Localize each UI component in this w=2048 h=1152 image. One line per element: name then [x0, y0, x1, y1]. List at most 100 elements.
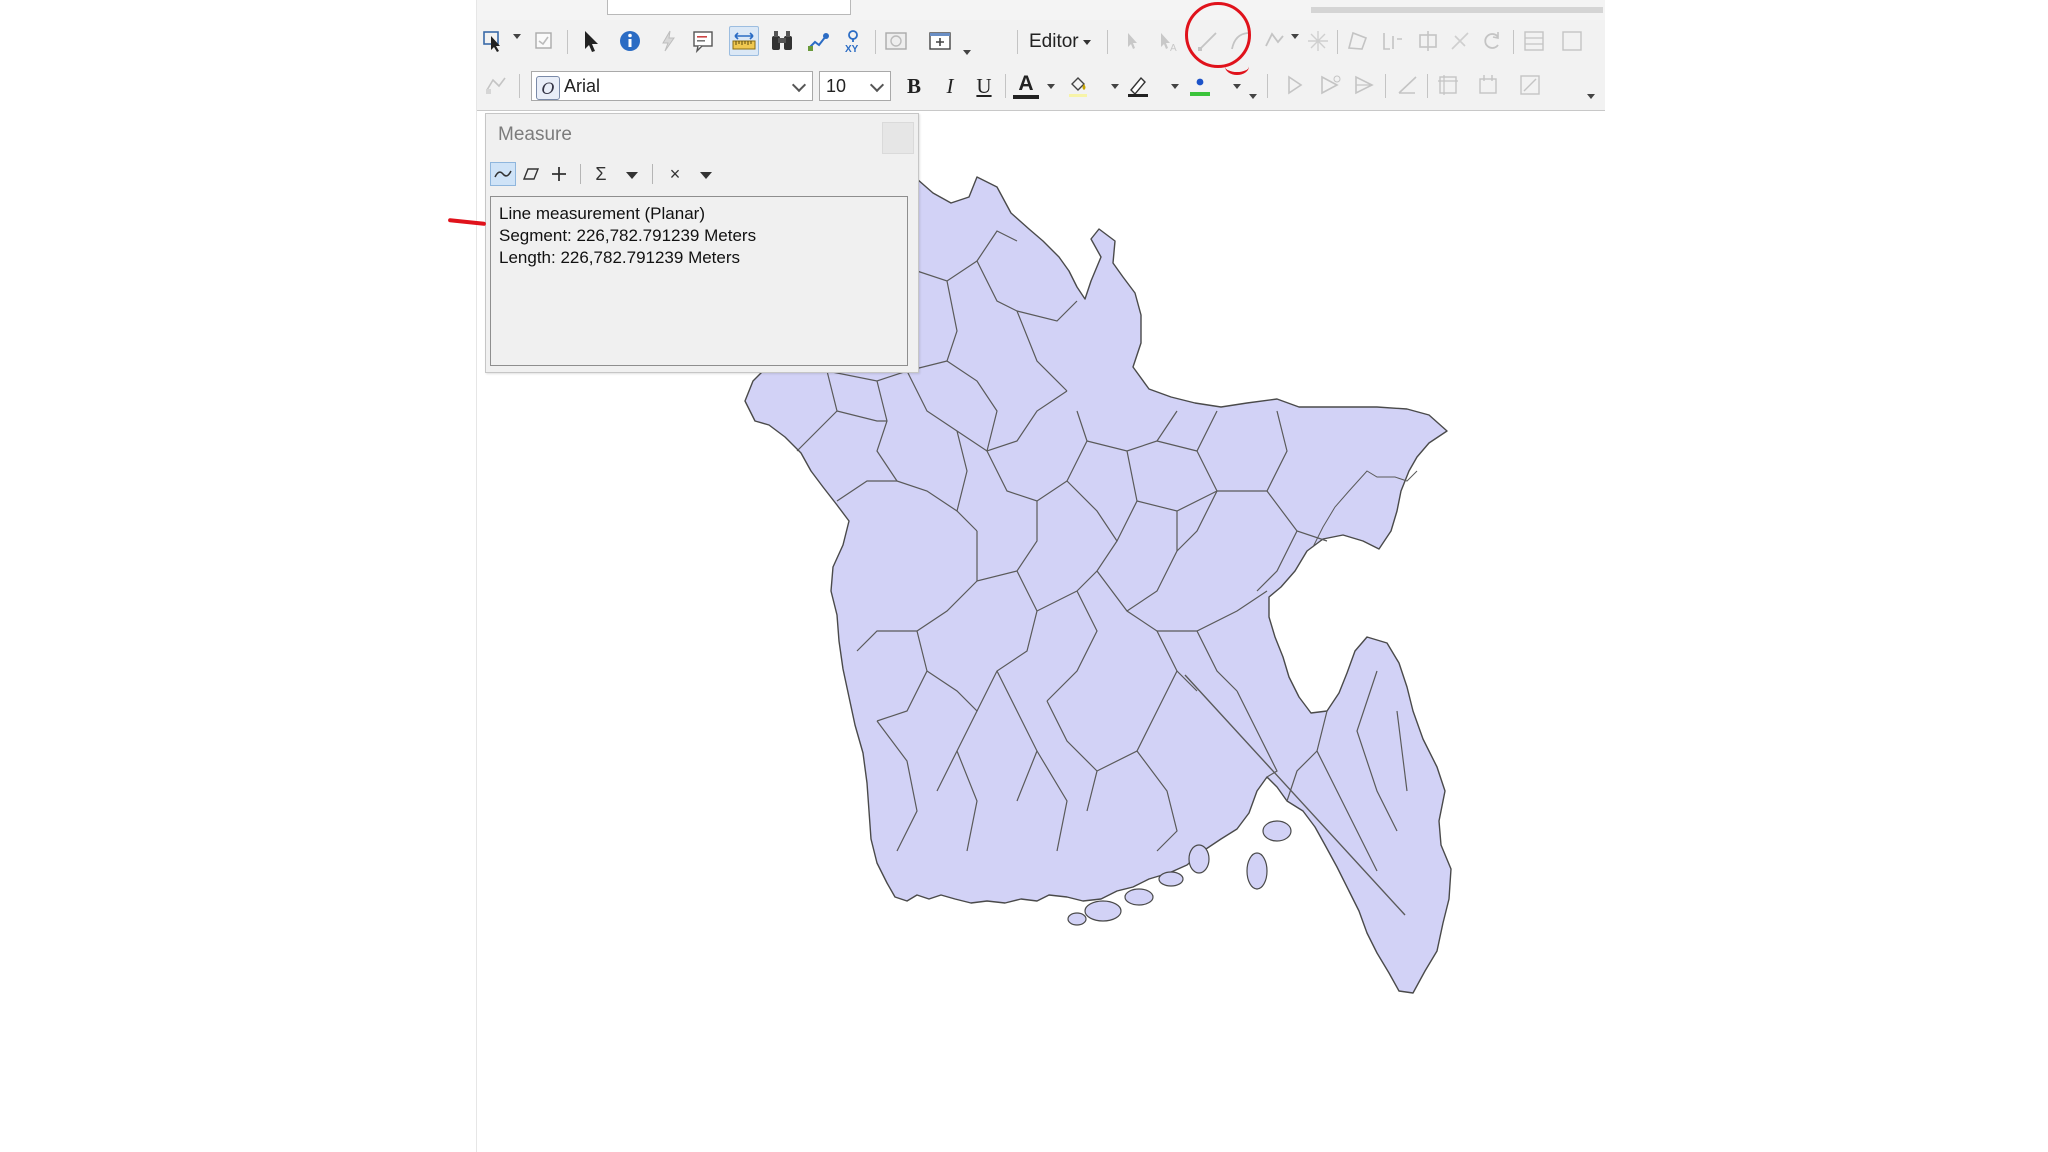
- arc-segment-button[interactable]: [1225, 26, 1255, 56]
- font-color-button[interactable]: A: [1013, 72, 1039, 99]
- line-color-dropdown[interactable]: [1171, 84, 1179, 89]
- italic-button[interactable]: I: [937, 73, 963, 99]
- binoculars-icon: [772, 31, 792, 50]
- split-line-button[interactable]: [1445, 26, 1475, 56]
- lightning-icon: [662, 30, 675, 52]
- edit-tool-button[interactable]: [1117, 26, 1147, 56]
- paint-bucket-icon: [1069, 77, 1087, 97]
- viewer-window-icon: [929, 32, 951, 50]
- ruler-icon: [732, 32, 756, 50]
- html-popup-button[interactable]: [689, 26, 719, 56]
- editor-menu-label: Editor: [1029, 31, 1079, 52]
- select-features-button[interactable]: [575, 26, 605, 56]
- angle-line-icon: [1398, 76, 1417, 94]
- font-size-combo[interactable]: 10: [819, 71, 891, 101]
- vertices-icon: [1347, 31, 1368, 50]
- marker-color-dropdown[interactable]: [1233, 84, 1241, 89]
- underline-button[interactable]: U: [971, 73, 997, 99]
- sketch-properties-button[interactable]: [1557, 26, 1587, 56]
- go-to-xy-button[interactable]: XY: [839, 26, 869, 56]
- adjust-frame-icon: [1479, 75, 1497, 94]
- split-line-icon: [1451, 32, 1469, 50]
- measure-area-icon: [522, 168, 540, 180]
- rotate-button[interactable]: [1477, 26, 1507, 56]
- annotation-arrow-icon: A: [1161, 33, 1177, 54]
- arcmap-window: XY Editor A O Arial 10 B I U A Measure Σ…: [476, 0, 1605, 1152]
- grid-frame-icon: [1438, 75, 1458, 95]
- measure-line-icon: [494, 170, 512, 178]
- split-tool-button[interactable]: [1303, 26, 1333, 56]
- pen-icon: [1128, 76, 1148, 97]
- toolbar-overflow-dropdown[interactable]: [1587, 94, 1595, 99]
- fill-color-button[interactable]: [1063, 70, 1093, 100]
- arrow-pointer-icon: [585, 31, 598, 52]
- edit-vertices-button[interactable]: [1343, 26, 1373, 56]
- dynamic-segment-button[interactable]: [1349, 70, 1379, 100]
- sketch-properties-icon: [1562, 31, 1582, 51]
- measure-angle-button[interactable]: [1393, 70, 1423, 100]
- toolbar-scroll-strip: [1311, 7, 1603, 13]
- topology-icon: [1520, 75, 1540, 95]
- drawing-select-button[interactable]: [481, 70, 511, 100]
- arc-segment-icon: [1231, 32, 1249, 50]
- toolbar-overflow-dropdown[interactable]: [963, 50, 971, 55]
- create-viewer-window-button[interactable]: [925, 26, 955, 56]
- measure-options-dropdown[interactable]: [700, 172, 712, 179]
- svg-text:XY: XY: [845, 44, 859, 54]
- route-edit-button[interactable]: [1279, 70, 1309, 100]
- attributes-button[interactable]: [1519, 26, 1549, 56]
- editor-menu[interactable]: Editor: [1029, 29, 1091, 55]
- measure-toolbar: Σ ×: [486, 160, 918, 188]
- marker-dot-icon: [1190, 78, 1210, 96]
- hatch-icon: [1321, 75, 1341, 95]
- font-name-value: Arial: [564, 75, 601, 96]
- measure-feature-button[interactable]: [546, 162, 572, 186]
- measure-window-title: Measure: [498, 124, 572, 145]
- toolbar-overflow-dropdown[interactable]: [1249, 94, 1257, 99]
- measure-area-button[interactable]: [518, 162, 544, 186]
- info-icon: [620, 31, 640, 51]
- georeference-button[interactable]: [1433, 70, 1463, 100]
- fill-color-dropdown[interactable]: [1111, 84, 1119, 89]
- find-route-button[interactable]: [803, 26, 833, 56]
- marker-color-button[interactable]: [1185, 70, 1215, 100]
- font-name-combo[interactable]: O Arial: [531, 71, 813, 101]
- rotate-icon: [1484, 32, 1499, 49]
- edit-annotation-button[interactable]: A: [1153, 26, 1183, 56]
- clear-selection-button[interactable]: [529, 26, 559, 56]
- measure-feature-icon: [552, 167, 566, 181]
- measure-results: Line measurement (Planar) Segment: 226,7…: [490, 196, 908, 366]
- select-elements-icon: [483, 31, 500, 52]
- select-dropdown[interactable]: [513, 34, 521, 39]
- construction-tools-dropdown[interactable]: [1291, 34, 1299, 39]
- straight-segment-button[interactable]: [1193, 26, 1223, 56]
- time-slider-button[interactable]: [881, 26, 911, 56]
- cut-polygon-icon: [1419, 31, 1437, 51]
- topology-button[interactable]: [1515, 70, 1545, 100]
- hyperlink-button[interactable]: [653, 26, 683, 56]
- scale-box[interactable]: [607, 0, 851, 15]
- edit-arrow-icon: [1128, 33, 1137, 49]
- font-type-icon: O: [536, 76, 560, 100]
- clear-measure-button[interactable]: ×: [662, 162, 688, 186]
- hatch-button[interactable]: [1315, 70, 1345, 100]
- font-color-dropdown[interactable]: [1047, 84, 1055, 89]
- units-dropdown[interactable]: [626, 172, 638, 179]
- xy-icon: XY: [845, 30, 859, 54]
- top-toolbar-strip: [477, 0, 1605, 20]
- measure-line-button[interactable]: [490, 162, 516, 186]
- flag-arrow-icon: [1288, 75, 1303, 95]
- find-button[interactable]: [767, 26, 797, 56]
- show-total-button[interactable]: Σ: [588, 162, 614, 186]
- identify-button[interactable]: [615, 26, 645, 56]
- draw-toolbar: O Arial 10 B I U A: [477, 64, 1605, 111]
- measure-tool-button[interactable]: [729, 26, 759, 56]
- cut-polygons-button[interactable]: [1413, 26, 1443, 56]
- line-color-button[interactable]: [1123, 70, 1153, 100]
- trace-button[interactable]: [1259, 26, 1289, 56]
- select-elements-button[interactable]: [479, 26, 509, 56]
- adjust-button[interactable]: [1473, 70, 1503, 100]
- reshape-button[interactable]: [1377, 26, 1407, 56]
- close-button[interactable]: [882, 122, 914, 154]
- bold-button[interactable]: B: [901, 73, 927, 99]
